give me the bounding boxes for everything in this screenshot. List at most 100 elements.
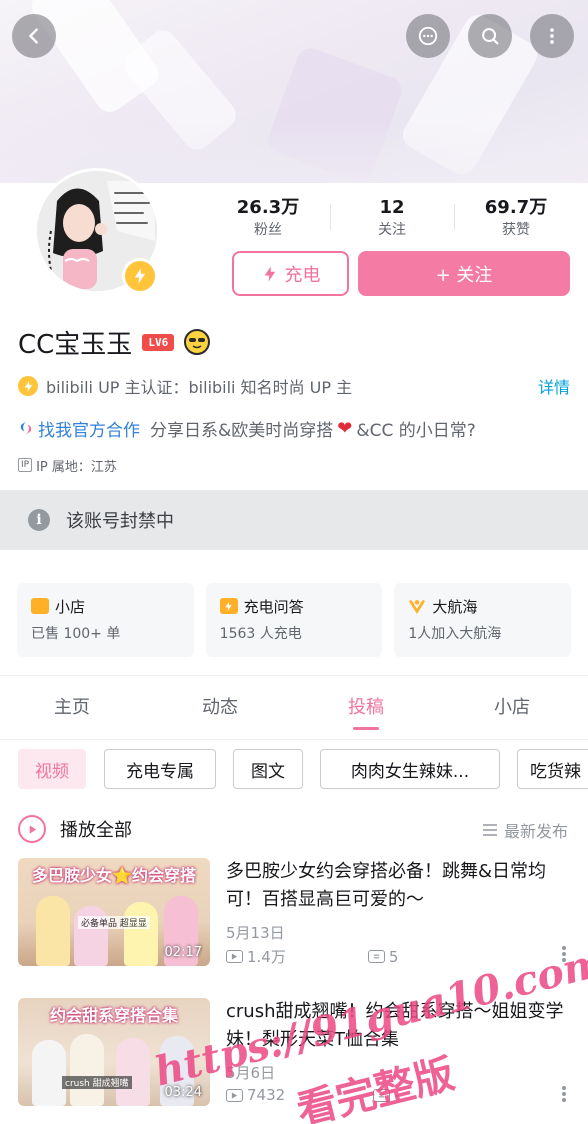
username: CC宝玉玉 bbox=[18, 329, 133, 360]
comment-icon bbox=[367, 950, 385, 963]
feature-cards: 小店 已售 100+ 单 充电问答 1563 人充电 大航海 1人加入大航海 bbox=[17, 583, 572, 657]
tab-shop[interactable]: 小店 bbox=[482, 690, 542, 734]
tab-bar: 主页 动态 投稿 小店 bbox=[0, 690, 588, 734]
verification-row: bilibili UP 主认证：bilibili 知名时尚 UP 主 详情 bbox=[18, 372, 570, 400]
lightning-icon bbox=[134, 268, 146, 284]
thumb-figure bbox=[124, 902, 158, 966]
tabs-divider bbox=[0, 739, 588, 740]
video-meta: 1.4万 5 bbox=[226, 946, 398, 967]
stat-value: 12 bbox=[379, 197, 405, 218]
card-guard[interactable]: 大航海 1人加入大航海 bbox=[394, 583, 572, 657]
thumb-title-text: 多巴胺少女⭐约会穿搭 bbox=[32, 866, 196, 885]
sort-button[interactable]: 最新发布 bbox=[482, 818, 568, 842]
signature-text: 分享日系&欧美时尚穿搭 bbox=[150, 420, 334, 441]
video-date: 5月6日 bbox=[226, 1064, 276, 1082]
card-subtitle: 已售 100+ 单 bbox=[31, 626, 121, 642]
play-all-button[interactable]: 播放全部 bbox=[18, 812, 132, 846]
thumb-figure bbox=[116, 1038, 150, 1106]
ip-location-row: IP IP 属地：江苏 bbox=[18, 454, 117, 476]
thumb-figure bbox=[36, 896, 70, 966]
stat-following[interactable]: 12 关注 bbox=[330, 196, 454, 244]
video-thumbnail[interactable]: 约会甜系穿搭合集 crush 甜成翘嘴 03:24 bbox=[18, 998, 210, 1106]
play-count-icon bbox=[226, 950, 243, 963]
chip-charge-exclusive[interactable]: 充电专属 bbox=[104, 749, 216, 789]
signature-text-end: &CC 的小日常? bbox=[356, 420, 476, 441]
chip-video[interactable]: 视频 bbox=[18, 749, 86, 789]
cooperation-link[interactable]: 找我官方合作 bbox=[38, 416, 140, 441]
video-duration: 03:24 bbox=[164, 1085, 202, 1100]
video-duration: 02:17 bbox=[164, 945, 202, 960]
chip-collection[interactable]: 肉肉女生辣妹... bbox=[320, 749, 500, 789]
thumb-subtext: 必备单品 超显显 bbox=[78, 916, 150, 929]
tab-uploads[interactable]: 投稿 bbox=[336, 690, 396, 734]
chip-collection-2[interactable]: 吃货辣 bbox=[517, 749, 588, 789]
name-row: CC宝玉玉 LV6 bbox=[18, 322, 211, 362]
detail-link[interactable]: 详情 bbox=[538, 374, 570, 398]
lightning-icon bbox=[18, 376, 38, 396]
stat-value: 69.7万 bbox=[484, 197, 548, 218]
play-icon bbox=[18, 815, 46, 843]
sort-label: 最新发布 bbox=[503, 822, 568, 841]
card-title: 小店 bbox=[55, 597, 86, 616]
stat-label: 关注 bbox=[378, 222, 406, 238]
lightning-icon bbox=[264, 266, 275, 281]
stat-label: 获赞 bbox=[502, 222, 530, 238]
video-item[interactable]: 约会甜系穿搭合集 crush 甜成翘嘴 03:24 crush甜成翘嘴！约会甜系… bbox=[18, 998, 578, 1110]
stat-value: 26.3万 bbox=[236, 197, 300, 218]
heart-icon: ❤ bbox=[337, 417, 353, 439]
video-meta: 7432 - bbox=[226, 1086, 400, 1104]
tab-dynamic[interactable]: 动态 bbox=[190, 690, 250, 734]
play-all-label: 播放全部 bbox=[60, 820, 132, 841]
stat-label: 粉丝 bbox=[254, 222, 282, 238]
view-count: 7432 bbox=[247, 1086, 286, 1104]
info-icon: i bbox=[28, 509, 50, 531]
guard-icon bbox=[409, 600, 425, 614]
more-vertical-icon bbox=[550, 28, 554, 44]
more-button[interactable] bbox=[530, 14, 574, 58]
chip-image-text[interactable]: 图文 bbox=[233, 749, 303, 789]
ban-notice: i 该账号封禁中 bbox=[0, 490, 588, 550]
card-charge-qa[interactable]: 充电问答 1563 人充电 bbox=[205, 583, 383, 657]
ip-location: IP 属地：江苏 bbox=[36, 459, 117, 475]
thumb-figure bbox=[32, 1040, 66, 1106]
comment-count: - bbox=[394, 1086, 400, 1104]
stat-fans[interactable]: 26.3万 粉丝 bbox=[206, 196, 330, 244]
follow-button[interactable]: + 关注 bbox=[358, 251, 570, 296]
view-count: 1.4万 bbox=[247, 948, 286, 966]
comment-icon bbox=[373, 1088, 391, 1102]
verification-text: bilibili UP 主认证：bilibili 知名时尚 UP 主 bbox=[46, 378, 353, 397]
charge-button[interactable]: 充电 bbox=[232, 251, 349, 296]
filter-chips: 视频 充电专属 图文 肉肉女生辣妹... 吃货辣 bbox=[0, 749, 588, 791]
video-item[interactable]: 多巴胺少女⭐约会穿搭 必备单品 超显显 02:17 多巴胺少女约会穿搭必备！跳舞… bbox=[18, 858, 578, 970]
card-title: 充电问答 bbox=[243, 597, 304, 616]
charge-label: 充电 bbox=[284, 264, 321, 286]
sunglasses-face-icon bbox=[184, 329, 211, 355]
card-subtitle: 1563 人充电 bbox=[219, 626, 302, 642]
message-button[interactable] bbox=[406, 14, 450, 58]
more-options-icon[interactable] bbox=[562, 1086, 566, 1102]
more-options-icon[interactable] bbox=[562, 946, 566, 962]
video-title[interactable]: crush甜成翘嘴！约会甜系穿搭～姐姐变学妹！梨形天菜T恤合集 bbox=[226, 998, 566, 1054]
thumb-figure bbox=[74, 906, 108, 966]
follow-label: + 关注 bbox=[435, 264, 493, 286]
video-thumbnail[interactable]: 多巴胺少女⭐约会穿搭 必备单品 超显显 02:17 bbox=[18, 858, 210, 966]
thumb-subtext: crush 甜成翘嘴 bbox=[62, 1076, 132, 1089]
verified-badge bbox=[122, 258, 158, 294]
signature-row: 找我官方合作 分享日系&欧美时尚穿搭 ❤ &CC 的小日常? bbox=[18, 414, 578, 442]
back-button[interactable] bbox=[12, 14, 56, 58]
stats-row: 26.3万 粉丝 12 关注 69.7万 获赞 bbox=[206, 196, 578, 244]
charge-qa-icon bbox=[219, 598, 238, 614]
play-count-icon bbox=[226, 1088, 243, 1102]
search-button[interactable] bbox=[468, 14, 512, 58]
video-date: 5月13日 bbox=[226, 924, 285, 942]
video-title[interactable]: 多巴胺少女约会穿搭必备！跳舞&日常均可！百搭显高巨可爱的～ bbox=[226, 858, 566, 914]
card-subtitle: 1人加入大航海 bbox=[408, 626, 502, 642]
section-divider bbox=[0, 675, 588, 676]
card-shop[interactable]: 小店 已售 100+ 单 bbox=[17, 583, 194, 657]
tab-home[interactable]: 主页 bbox=[42, 690, 102, 734]
shop-icon bbox=[31, 598, 49, 614]
bilibili-logo-icon bbox=[20, 421, 32, 435]
chevron-left-icon bbox=[29, 28, 38, 44]
stat-likes[interactable]: 69.7万 获赞 bbox=[454, 196, 578, 244]
thumb-title-text: 约会甜系穿搭合集 bbox=[49, 1006, 178, 1025]
